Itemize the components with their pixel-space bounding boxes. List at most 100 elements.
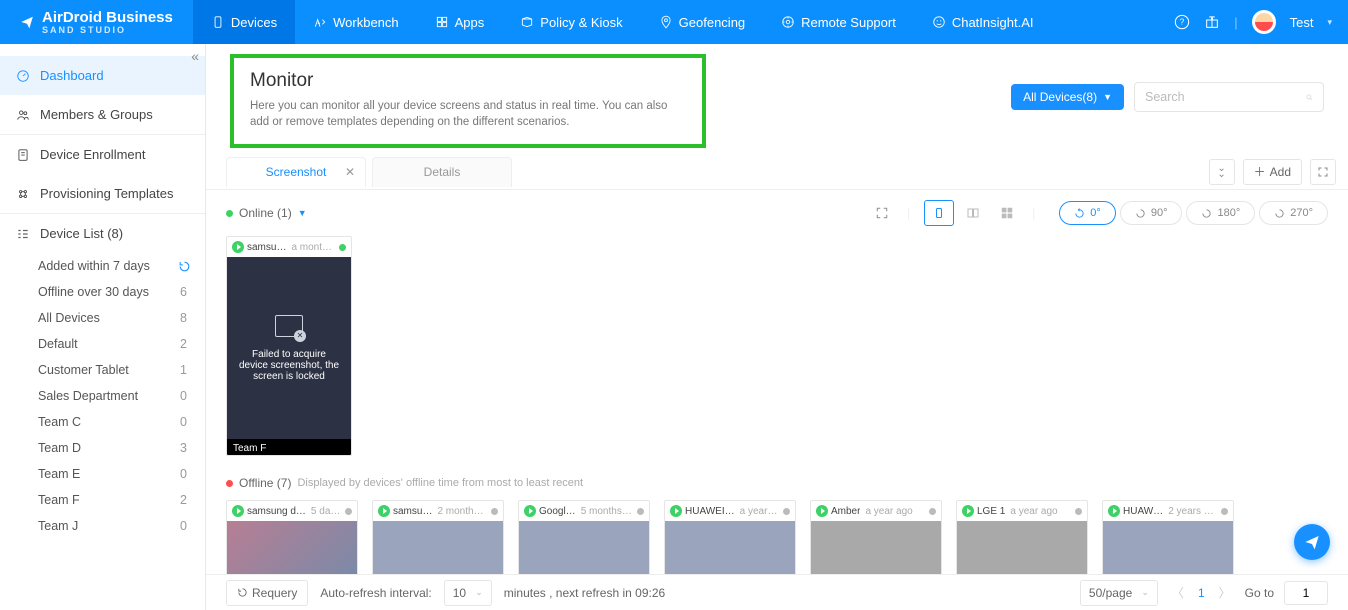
gift-icon[interactable] (1204, 14, 1220, 30)
workbench-icon (313, 15, 327, 29)
layout-single-icon[interactable] (924, 200, 954, 226)
goto-label: Go to (1245, 586, 1274, 600)
search-icon (1306, 91, 1313, 104)
sidebar-enroll[interactable]: Device Enrollment (0, 135, 205, 174)
nav-support[interactable]: Remote Support (763, 0, 914, 44)
search-box[interactable] (1134, 82, 1324, 112)
nav-geo[interactable]: Geofencing (641, 0, 764, 44)
layout-dual-icon[interactable] (958, 200, 988, 226)
sidebar-members[interactable]: Members & Groups (0, 95, 205, 134)
nav-apps[interactable]: Apps (417, 0, 503, 44)
device-card[interactable]: HUAW…2 years … (1102, 500, 1234, 574)
collapse-tabs-button[interactable]: ⌄⌄ (1209, 159, 1235, 185)
support-icon (781, 15, 795, 29)
tab-details[interactable]: Details (372, 157, 512, 187)
sidebar-template[interactable]: Provisioning Templates (0, 174, 205, 213)
device-card[interactable]: Ambera year ago (810, 500, 942, 574)
status-dot (929, 508, 936, 515)
nav-workbench[interactable]: Workbench (295, 0, 417, 44)
sidebar-collapse[interactable]: « (191, 48, 199, 64)
airdroid-icon (962, 505, 974, 517)
chat-fab[interactable] (1294, 524, 1330, 560)
device-card[interactable]: samsung d…5 da… (226, 500, 358, 574)
nav-ai[interactable]: ChatInsight.AI (914, 0, 1052, 44)
device-list-item[interactable]: Team J0 (0, 513, 205, 539)
offline-heading[interactable]: Offline (7) Displayed by devices' offlin… (226, 476, 1328, 490)
nav-device[interactable]: Devices (193, 0, 295, 44)
rotate-270-button[interactable]: 270° (1259, 201, 1328, 225)
next-page[interactable]: 〉 (1215, 584, 1235, 601)
airdroid-icon (524, 505, 536, 517)
status-dot (783, 508, 790, 515)
user-name[interactable]: Test (1290, 15, 1314, 30)
rotate-0-button[interactable]: 0° (1059, 201, 1116, 225)
svg-text:?: ? (1180, 18, 1185, 27)
device-list-label: Device List (8) (40, 226, 123, 241)
rotate-180-button[interactable]: 180° (1186, 201, 1255, 225)
device-list-item[interactable]: Team F2 (0, 487, 205, 513)
status-dot (345, 508, 352, 515)
paper-plane-icon (1304, 534, 1320, 550)
nav-policy[interactable]: Policy & Kiosk (502, 0, 640, 44)
expand-icon[interactable] (867, 200, 897, 226)
main-panel: Monitor Here you can monitor all your de… (206, 44, 1348, 610)
device-card[interactable]: LGE 1a year ago (956, 500, 1088, 574)
broken-image-icon (275, 315, 303, 337)
footer-bar: Requery Auto-refresh interval: 10⌄ minut… (206, 574, 1348, 610)
auto-refresh-label: Auto-refresh interval: (320, 586, 431, 600)
device-icon (211, 15, 225, 29)
airdroid-icon (816, 505, 828, 517)
tabs-row: Screenshot✕ Details ⌄⌄ ＋Add (206, 154, 1348, 190)
device-list-item[interactable]: Customer Tablet1 (0, 357, 205, 383)
page-size-select[interactable]: 50/page⌄ (1080, 580, 1158, 606)
airdroid-icon (1108, 505, 1120, 517)
device-list-item[interactable]: Team C0 (0, 409, 205, 435)
search-input[interactable] (1145, 90, 1306, 104)
layout-grid-icon[interactable] (992, 200, 1022, 226)
refresh-icon[interactable] (178, 260, 191, 273)
page-desc: Here you can monitor all your device scr… (250, 98, 686, 130)
tab-screenshot[interactable]: Screenshot✕ (226, 157, 366, 187)
sidebar-dashboard[interactable]: Dashboard (0, 56, 205, 95)
brand-logo[interactable]: AirDroid Business SAND STUDIO (0, 9, 193, 35)
chevron-down-icon[interactable]: ▾ (1327, 17, 1332, 28)
sidebar: « DashboardMembers & Groups Device Enrol… (0, 44, 206, 610)
interval-select[interactable]: 10⌄ (444, 580, 492, 606)
device-card[interactable]: Googl…5 months … (518, 500, 650, 574)
refresh-countdown: minutes , next refresh in 09:26 (504, 586, 665, 600)
refresh-icon (237, 587, 248, 598)
device-card[interactable]: samsu…a month …Failed to acquire device … (226, 236, 352, 456)
add-tab-button[interactable]: ＋Add (1243, 159, 1302, 185)
device-list-item[interactable]: Default2 (0, 331, 205, 357)
prev-page[interactable]: 〈 (1168, 584, 1188, 601)
ai-icon (932, 15, 946, 29)
page-number[interactable]: 1 (1198, 586, 1205, 600)
goto-input[interactable] (1284, 581, 1328, 605)
close-icon[interactable]: ✕ (345, 165, 355, 179)
apps-icon (435, 15, 449, 29)
template-icon (16, 187, 30, 201)
rotate-90-button[interactable]: 90° (1120, 201, 1183, 225)
device-card[interactable]: HUAWEI…a year … (664, 500, 796, 574)
members-icon (16, 108, 30, 122)
sidebar-device-list[interactable]: Device List (8) (0, 214, 205, 253)
requery-button[interactable]: Requery (226, 580, 308, 606)
online-heading[interactable]: Online (1) ▼ (226, 206, 307, 220)
device-list-item[interactable]: Added within 7 days (0, 253, 205, 279)
status-dot (339, 244, 346, 251)
device-card[interactable]: samsu…2 months… (372, 500, 504, 574)
device-list-item[interactable]: Sales Department0 (0, 383, 205, 409)
device-list-item[interactable]: All Devices8 (0, 305, 205, 331)
user-avatar[interactable] (1252, 10, 1276, 34)
device-list-item[interactable]: Team E0 (0, 461, 205, 487)
device-filter-dropdown[interactable]: All Devices(8)▼ (1011, 84, 1124, 110)
enroll-icon (16, 148, 30, 162)
device-list-item[interactable]: Offline over 30 days6 (0, 279, 205, 305)
help-icon[interactable]: ? (1174, 14, 1190, 30)
status-dot (491, 508, 498, 515)
monitor-info-box: Monitor Here you can monitor all your de… (230, 54, 706, 148)
device-list-item[interactable]: Team D3 (0, 435, 205, 461)
list-icon (16, 227, 30, 241)
airdroid-icon (378, 505, 390, 517)
fullscreen-button[interactable] (1310, 159, 1336, 185)
